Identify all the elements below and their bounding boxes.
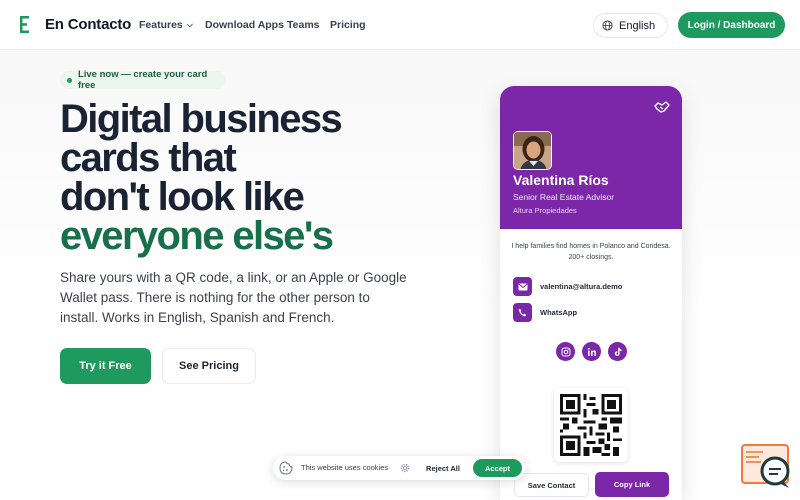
headline-line-1: Digital business [60, 97, 343, 141]
tiktok-icon[interactable] [608, 342, 627, 361]
logo-icon[interactable] [20, 16, 30, 33]
card-bio: I help families find homes in Polanco an… [511, 243, 671, 261]
card-role: Senior Real Estate Advisor [513, 192, 615, 202]
nav-teams[interactable]: Teams [287, 19, 320, 31]
see-pricing-button[interactable]: See Pricing [162, 348, 256, 384]
card-whatsapp: WhatsApp [540, 308, 578, 317]
email-icon [513, 277, 532, 296]
language-label: English [619, 19, 656, 32]
card-email: valentina@altura.demo [540, 282, 623, 291]
live-badge: Live now — create your card free [60, 69, 226, 91]
card-whatsapp-row[interactable]: WhatsApp [513, 303, 577, 322]
hero-subtext: Share yours with a QR code, a link, or a… [60, 270, 407, 325]
login-dashboard-button[interactable]: Login / Dashboard [678, 12, 785, 38]
qr-code-icon[interactable] [554, 388, 628, 462]
try-free-button[interactable]: Try it Free [60, 348, 151, 384]
handshake-icon [654, 101, 670, 113]
chat-support-icon[interactable] [741, 444, 793, 490]
chevron-down-icon: ⌵ [186, 20, 193, 29]
headline-line-3: don't look like [60, 175, 305, 219]
nav-features-label: Features [139, 19, 183, 31]
reject-all-button[interactable]: Reject All [418, 460, 468, 476]
card-name: Valentina Ríos [513, 172, 609, 188]
instagram-icon[interactable] [556, 342, 575, 361]
phone-icon [513, 303, 532, 322]
copy-link-button[interactable]: Copy Link [595, 472, 669, 497]
hero-headline: Digital business cards that don't look l… [60, 97, 440, 258]
globe-icon [602, 20, 613, 31]
linkedin-icon[interactable] [582, 342, 601, 361]
nav-download-apps[interactable]: Download Apps [205, 19, 284, 31]
headline-line-2: cards that [60, 136, 237, 180]
business-card-preview: Valentina Ríos Senior Real Estate Adviso… [500, 86, 682, 500]
cookie-text: This website uses cookies [301, 463, 389, 472]
live-badge-text: Live now — create your card free [77, 69, 208, 91]
brand-name[interactable]: En Contacto [45, 16, 131, 33]
cookie-banner: This website uses cookies Reject All Acc… [273, 456, 525, 480]
live-dot-icon [67, 77, 72, 83]
cookie-icon [279, 461, 293, 475]
site-header: En Contacto Features ⌵ Download Apps Team… [0, 0, 800, 50]
headline-accent: everyone else's [60, 214, 334, 258]
card-company: Altura Propiedades [513, 206, 577, 215]
accept-cookies-button[interactable]: Accept [473, 459, 522, 477]
save-contact-button[interactable]: Save Contact [514, 473, 589, 497]
card-email-row[interactable]: valentina@altura.demo [513, 277, 622, 296]
nav-features[interactable]: Features ⌵ [139, 19, 193, 31]
language-selector[interactable]: English [593, 13, 668, 38]
gear-icon[interactable] [399, 462, 411, 474]
card-header: Valentina Ríos Senior Real Estate Adviso… [500, 86, 682, 229]
nav-pricing[interactable]: Pricing [330, 19, 366, 31]
avatar [513, 131, 552, 170]
